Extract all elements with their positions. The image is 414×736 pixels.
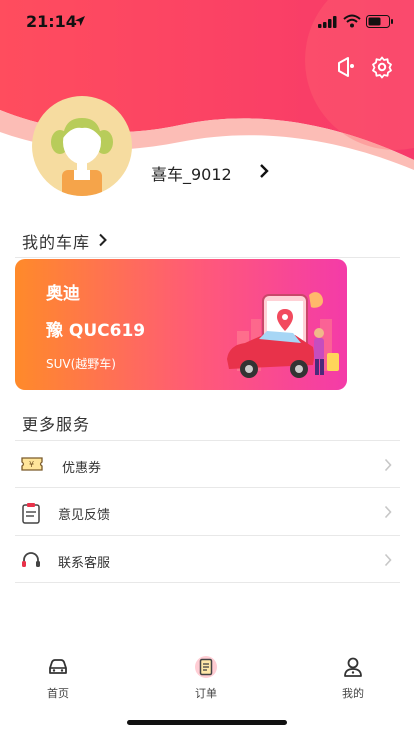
- username[interactable]: 喜车_9012: [151, 161, 232, 185]
- tab-orders[interactable]: 订单: [166, 655, 246, 705]
- user-icon: [344, 657, 362, 677]
- settings-gear-icon[interactable]: [370, 55, 394, 79]
- service-label: 优惠券: [62, 461, 102, 476]
- chevron-right-icon: [384, 553, 392, 567]
- tab-label: 首页: [47, 687, 69, 700]
- car-illustration: [227, 292, 339, 378]
- service-item-coupon[interactable]: ¥ 优惠券: [15, 441, 400, 489]
- home-indicator: [127, 720, 287, 725]
- garage-chevron-right-icon[interactable]: [98, 233, 108, 247]
- battery-icon: [366, 15, 393, 28]
- chevron-right-icon: [384, 458, 392, 472]
- car-brand: 奥迪: [46, 284, 80, 304]
- tab-label: 我的: [342, 687, 364, 700]
- headset-icon: [22, 552, 40, 567]
- svg-text:¥: ¥: [29, 460, 34, 469]
- tab-label: 订单: [195, 687, 217, 700]
- tab-home[interactable]: 首页: [18, 655, 98, 705]
- service-label: 联系客服: [58, 556, 111, 571]
- service-item-customer-service[interactable]: 联系客服: [15, 536, 400, 584]
- profile-chevron-right-icon[interactable]: [258, 163, 270, 179]
- divider: [15, 582, 400, 583]
- status-time: 21:14: [26, 12, 77, 31]
- profile-page: 21:14 喜车_9012 我的车库 奥迪 豫 QUC619 SUV(越野车) …: [0, 0, 414, 736]
- message-icon[interactable]: [334, 55, 358, 79]
- tab-profile[interactable]: 我的: [313, 655, 393, 705]
- status-bar: 21:14: [0, 0, 414, 44]
- car-type: SUV(越野车): [46, 357, 116, 371]
- services-section-title: 更多服务: [22, 415, 91, 434]
- order-icon: [195, 656, 217, 678]
- avatar[interactable]: [32, 96, 132, 196]
- wifi-icon: [343, 14, 361, 28]
- coupon-icon: ¥: [21, 457, 43, 471]
- garage-section-title[interactable]: 我的车库: [22, 229, 90, 253]
- car-icon: [49, 659, 67, 674]
- car-card[interactable]: 奥迪 豫 QUC619 SUV(越野车): [15, 259, 347, 390]
- feedback-icon: [22, 503, 40, 524]
- car-plate: 豫 QUC619: [46, 321, 146, 341]
- service-label: 意见反馈: [58, 508, 111, 523]
- divider: [15, 257, 400, 258]
- signal-icon: [318, 16, 337, 28]
- location-arrow-icon: [75, 16, 85, 26]
- chevron-right-icon: [384, 505, 392, 519]
- service-item-feedback[interactable]: 意见反馈: [15, 488, 400, 536]
